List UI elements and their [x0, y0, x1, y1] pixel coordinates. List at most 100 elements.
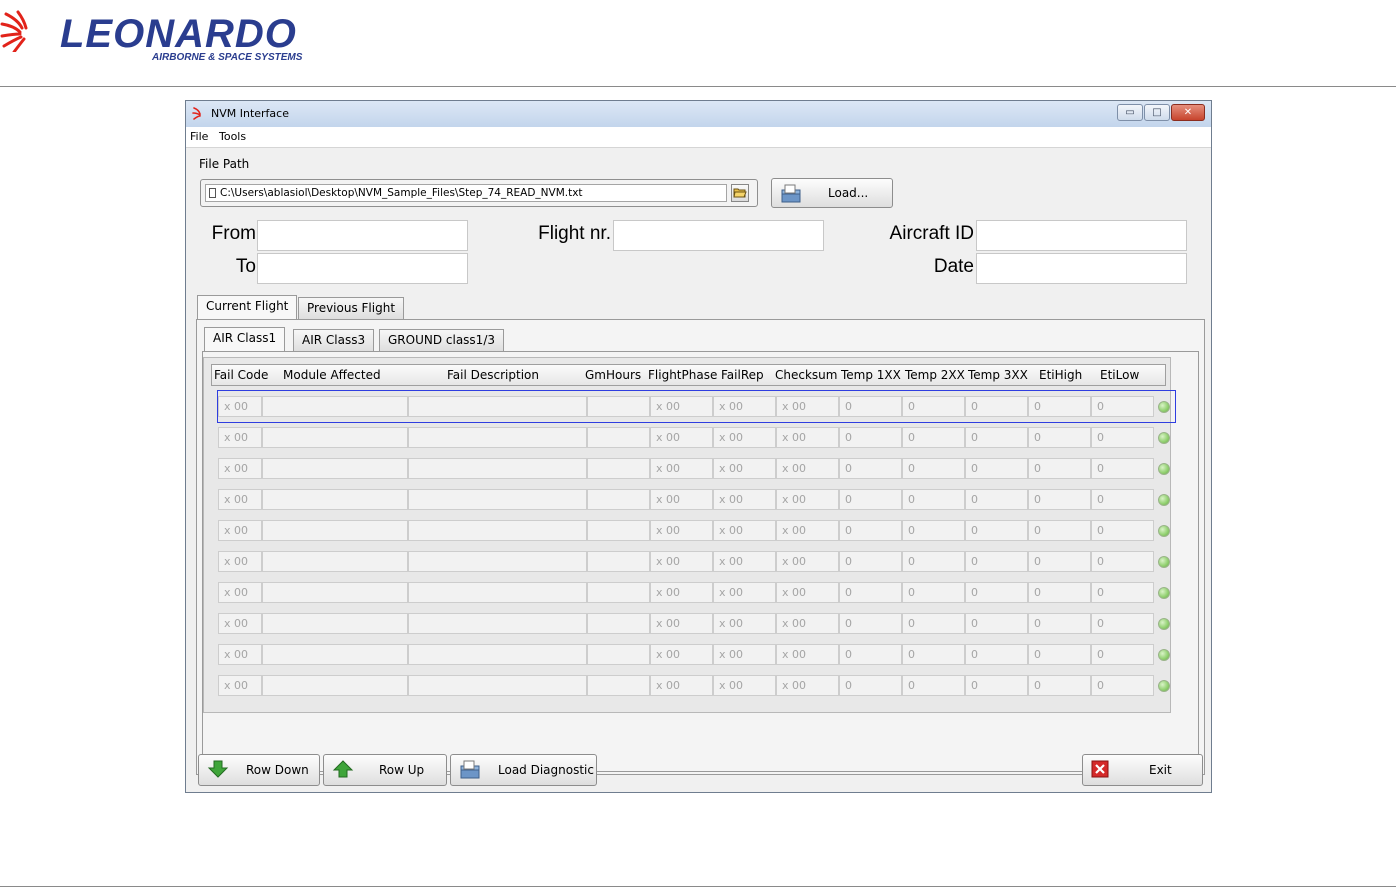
- table-cell[interactable]: 0: [965, 613, 1028, 634]
- table-cell[interactable]: x 00: [650, 489, 713, 510]
- table-cell[interactable]: x 00: [776, 396, 839, 417]
- table-cell[interactable]: 0: [902, 675, 965, 696]
- table-cell[interactable]: 0: [902, 582, 965, 603]
- table-cell[interactable]: x 00: [713, 644, 776, 665]
- table-row[interactable]: x 00 x 00 x 00 x 00 0 0 0 0 0: [218, 580, 1175, 605]
- table-cell[interactable]: [408, 582, 587, 603]
- table-cell[interactable]: 0: [839, 675, 902, 696]
- table-cell[interactable]: [408, 396, 587, 417]
- table-cell[interactable]: x 00: [218, 520, 262, 541]
- table-cell[interactable]: [262, 520, 408, 541]
- table-cell[interactable]: 0: [1091, 458, 1154, 479]
- table-cell[interactable]: [408, 675, 587, 696]
- table-cell[interactable]: x 00: [713, 675, 776, 696]
- table-cell[interactable]: x 00: [650, 520, 713, 541]
- table-cell[interactable]: [408, 520, 587, 541]
- table-cell[interactable]: [262, 427, 408, 448]
- table-cell[interactable]: [587, 644, 650, 665]
- table-cell[interactable]: [587, 427, 650, 448]
- table-cell[interactable]: x 00: [713, 520, 776, 541]
- table-cell[interactable]: x 00: [713, 613, 776, 634]
- table-cell[interactable]: [587, 396, 650, 417]
- table-cell[interactable]: 0: [839, 644, 902, 665]
- table-cell[interactable]: 0: [902, 427, 965, 448]
- table-cell[interactable]: x 00: [218, 551, 262, 572]
- table-cell[interactable]: 0: [1028, 675, 1091, 696]
- table-cell[interactable]: 0: [965, 489, 1028, 510]
- menu-tools[interactable]: Tools: [219, 130, 246, 143]
- table-cell[interactable]: [262, 675, 408, 696]
- table-cell[interactable]: x 00: [650, 427, 713, 448]
- row-up-button[interactable]: Row Up: [323, 754, 447, 786]
- table-cell[interactable]: 0: [1091, 582, 1154, 603]
- table-cell[interactable]: x 00: [713, 396, 776, 417]
- table-cell[interactable]: x 00: [713, 582, 776, 603]
- exit-button[interactable]: Exit: [1082, 754, 1203, 786]
- table-cell[interactable]: 0: [965, 458, 1028, 479]
- table-row[interactable]: x 00 x 00 x 00 x 00 0 0 0 0 0: [218, 673, 1175, 698]
- table-cell[interactable]: [408, 551, 587, 572]
- tab-previous-flight[interactable]: Previous Flight: [298, 297, 405, 319]
- table-cell[interactable]: 0: [1028, 489, 1091, 510]
- table-row[interactable]: x 00 x 00 x 00 x 00 0 0 0 0 0: [218, 487, 1175, 512]
- table-cell[interactable]: x 00: [776, 613, 839, 634]
- table-cell[interactable]: 0: [902, 396, 965, 417]
- table-cell[interactable]: x 00: [650, 396, 713, 417]
- table-cell[interactable]: x 00: [713, 458, 776, 479]
- from-field[interactable]: [257, 220, 468, 251]
- table-cell[interactable]: [587, 675, 650, 696]
- table-cell[interactable]: [262, 489, 408, 510]
- load-button[interactable]: Load...: [771, 178, 893, 208]
- table-cell[interactable]: x 00: [218, 613, 262, 634]
- table-cell[interactable]: 0: [965, 396, 1028, 417]
- table-cell[interactable]: [262, 551, 408, 572]
- table-cell[interactable]: x 00: [713, 551, 776, 572]
- table-cell[interactable]: 0: [839, 396, 902, 417]
- table-row[interactable]: x 00 x 00 x 00 x 00 0 0 0 0 0: [218, 518, 1175, 543]
- table-cell[interactable]: 0: [839, 520, 902, 541]
- minimize-button[interactable]: ▭: [1117, 104, 1143, 121]
- table-cell[interactable]: x 00: [776, 489, 839, 510]
- table-cell[interactable]: [587, 489, 650, 510]
- table-cell[interactable]: x 00: [776, 458, 839, 479]
- table-cell[interactable]: x 00: [776, 582, 839, 603]
- table-cell[interactable]: 0: [1028, 458, 1091, 479]
- table-cell[interactable]: x 00: [650, 458, 713, 479]
- table-cell[interactable]: 0: [1091, 613, 1154, 634]
- table-cell[interactable]: 0: [839, 613, 902, 634]
- table-cell[interactable]: x 00: [650, 644, 713, 665]
- table-row[interactable]: x 00 x 00 x 00 x 00 0 0 0 0 0: [217, 390, 1176, 423]
- table-cell[interactable]: [262, 613, 408, 634]
- table-cell[interactable]: [408, 644, 587, 665]
- table-cell[interactable]: [587, 582, 650, 603]
- table-cell[interactable]: 0: [965, 644, 1028, 665]
- table-cell[interactable]: 0: [839, 551, 902, 572]
- table-row[interactable]: x 00 x 00 x 00 x 00 0 0 0 0 0: [218, 549, 1175, 574]
- table-cell[interactable]: [408, 489, 587, 510]
- table-row[interactable]: x 00 x 00 x 00 x 00 0 0 0 0 0: [218, 456, 1175, 481]
- tab-current-flight[interactable]: Current Flight: [197, 295, 298, 319]
- table-cell[interactable]: x 00: [713, 427, 776, 448]
- table-cell[interactable]: x 00: [776, 644, 839, 665]
- table-cell[interactable]: [408, 613, 587, 634]
- table-cell[interactable]: 0: [902, 613, 965, 634]
- table-cell[interactable]: [262, 458, 408, 479]
- table-cell[interactable]: [587, 613, 650, 634]
- table-cell[interactable]: x 00: [218, 644, 262, 665]
- table-cell[interactable]: x 00: [218, 675, 262, 696]
- to-field[interactable]: [257, 253, 468, 284]
- close-button[interactable]: ✕: [1171, 104, 1205, 121]
- table-cell[interactable]: 0: [1028, 520, 1091, 541]
- table-cell[interactable]: 0: [902, 551, 965, 572]
- table-cell[interactable]: 0: [839, 489, 902, 510]
- table-cell[interactable]: 0: [1091, 489, 1154, 510]
- table-cell[interactable]: 0: [1091, 396, 1154, 417]
- table-cell[interactable]: 0: [1091, 551, 1154, 572]
- table-cell[interactable]: 0: [965, 582, 1028, 603]
- table-cell[interactable]: x 00: [650, 582, 713, 603]
- table-cell[interactable]: x 00: [650, 675, 713, 696]
- table-cell[interactable]: [408, 458, 587, 479]
- table-cell[interactable]: x 00: [218, 396, 262, 417]
- table-cell[interactable]: x 00: [218, 489, 262, 510]
- table-cell[interactable]: 0: [1028, 551, 1091, 572]
